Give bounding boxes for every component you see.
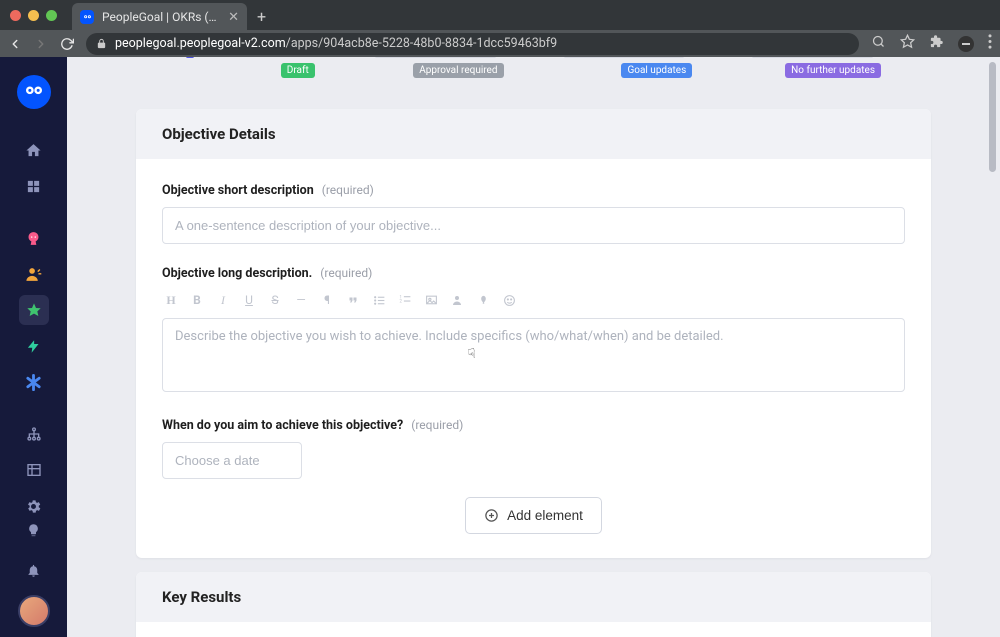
target-date-input[interactable] xyxy=(162,442,302,479)
required-tag: (required) xyxy=(320,266,372,280)
app-shell: Draft Approval required Goal updates No … xyxy=(0,57,1000,637)
user-avatar[interactable] xyxy=(18,595,50,627)
status-step-draft[interactable]: Draft xyxy=(186,63,315,79)
lock-icon xyxy=(96,38,107,49)
sidebar-table[interactable] xyxy=(19,455,49,485)
sidebar-item-pink[interactable] xyxy=(19,223,49,253)
svg-text:2: 2 xyxy=(399,299,402,304)
browser-right-icons xyxy=(871,34,992,53)
plus-circle-icon xyxy=(484,508,499,523)
image-button[interactable] xyxy=(422,291,440,309)
toolbar-row: peoplegoal.peoplegoal-v2.com/apps/904acb… xyxy=(0,30,1000,57)
strikethrough-button[interactable]: S xyxy=(266,291,284,309)
bold-button[interactable]: B xyxy=(188,291,206,309)
italic-button[interactable]: I xyxy=(214,291,232,309)
sidebar-notifications[interactable] xyxy=(19,555,49,585)
url-domain: peoplegoal.peoplegoal-v2.com xyxy=(115,36,286,51)
panel-title: Key Results xyxy=(136,572,931,622)
app-logo[interactable] xyxy=(17,75,51,109)
bullet-list-button[interactable] xyxy=(370,291,388,309)
divider-button[interactable]: — xyxy=(292,291,310,309)
attachment-button[interactable] xyxy=(474,291,492,309)
panel-key-results: Key Results Key result 1 (required) Text… xyxy=(136,572,931,637)
status-tag-nofurther: No further updates xyxy=(785,63,881,78)
status-step-updates[interactable]: Goal updates xyxy=(564,63,693,79)
status-step-approval[interactable]: Approval required xyxy=(375,63,504,79)
tab-title: PeopleGoal | OKRs (Objectives xyxy=(102,10,220,24)
field-label: When do you aim to achieve this objectiv… xyxy=(162,418,403,433)
sidebar-org[interactable] xyxy=(19,419,49,449)
maximize-window-button[interactable] xyxy=(46,10,57,21)
panel-objective-details: Objective Details Objective short descri… xyxy=(136,109,931,558)
status-tag-draft: Draft xyxy=(281,63,315,78)
quote-button[interactable] xyxy=(344,291,362,309)
status-tag-approval: Approval required xyxy=(413,63,503,78)
forward-button[interactable] xyxy=(34,37,48,51)
add-element-button[interactable]: Add element xyxy=(465,497,602,534)
long-description-textarea[interactable] xyxy=(162,318,905,392)
mention-button[interactable] xyxy=(448,291,466,309)
heading-button[interactable]: H xyxy=(162,291,180,309)
underline-button[interactable]: U xyxy=(240,291,258,309)
bookmark-star-icon[interactable] xyxy=(900,34,915,53)
address-bar[interactable]: peoplegoal.peoplegoal-v2.com/apps/904acb… xyxy=(86,33,859,55)
add-element-label: Add element xyxy=(507,508,583,523)
browser-chrome: PeopleGoal | OKRs (Objectives ✕ + people… xyxy=(0,0,1000,57)
sidebar-hint[interactable] xyxy=(19,515,49,545)
reload-button[interactable] xyxy=(60,37,74,51)
required-tag: (required) xyxy=(322,183,374,197)
browser-menu-icon[interactable] xyxy=(988,34,992,53)
tab-close-button[interactable]: ✕ xyxy=(228,10,239,25)
required-tag: (required) xyxy=(411,418,463,432)
emoji-button[interactable] xyxy=(500,291,518,309)
ordered-list-button[interactable]: 12 xyxy=(396,291,414,309)
sidebar-item-orange[interactable] xyxy=(19,259,49,289)
title-bar: PeopleGoal | OKRs (Objectives ✕ + xyxy=(0,0,1000,30)
profile-avatar-icon[interactable] xyxy=(958,36,974,52)
minimize-window-button[interactable] xyxy=(28,10,39,21)
new-tab-button[interactable]: + xyxy=(257,3,266,31)
sidebar-home[interactable] xyxy=(19,135,49,165)
short-description-input[interactable] xyxy=(162,207,905,244)
scrollbar-track[interactable] xyxy=(990,57,998,637)
window-controls xyxy=(10,10,57,21)
field-target-date: When do you aim to achieve this objectiv… xyxy=(162,414,905,479)
sidebar-item-star[interactable] xyxy=(19,295,49,325)
back-button[interactable] xyxy=(8,37,22,51)
zoom-icon[interactable] xyxy=(871,34,886,53)
rich-text-toolbar: H B I U S — ¶ 12 xyxy=(162,291,905,309)
url-path: /apps/904acb8e-5228-48b0-8834-1dcc59463b… xyxy=(286,36,557,51)
field-short-description: Objective short description (required) xyxy=(162,179,905,244)
close-window-button[interactable] xyxy=(10,10,21,21)
field-long-description: Objective long description. (required) H… xyxy=(162,262,905,396)
status-step-nofurther[interactable]: No further updates xyxy=(752,63,881,79)
favicon-icon xyxy=(80,10,94,24)
field-label: Objective short description xyxy=(162,183,314,198)
scrollbar-thumb[interactable] xyxy=(989,62,996,172)
status-tag-updates: Goal updates xyxy=(621,63,692,78)
browser-tab[interactable]: PeopleGoal | OKRs (Objectives ✕ xyxy=(72,3,247,31)
field-label: Objective long description. xyxy=(162,266,312,281)
sidebar-item-bolt[interactable] xyxy=(19,331,49,361)
sidebar xyxy=(0,57,67,637)
extensions-icon[interactable] xyxy=(929,34,944,53)
panel-title: Objective Details xyxy=(136,109,931,159)
sidebar-item-asterisk[interactable] xyxy=(19,367,49,397)
main-content: Draft Approval required Goal updates No … xyxy=(67,57,1000,637)
workflow-status-strip: Draft Approval required Goal updates No … xyxy=(136,57,931,85)
sidebar-apps[interactable] xyxy=(19,171,49,201)
paragraph-button[interactable]: ¶ xyxy=(318,291,336,309)
